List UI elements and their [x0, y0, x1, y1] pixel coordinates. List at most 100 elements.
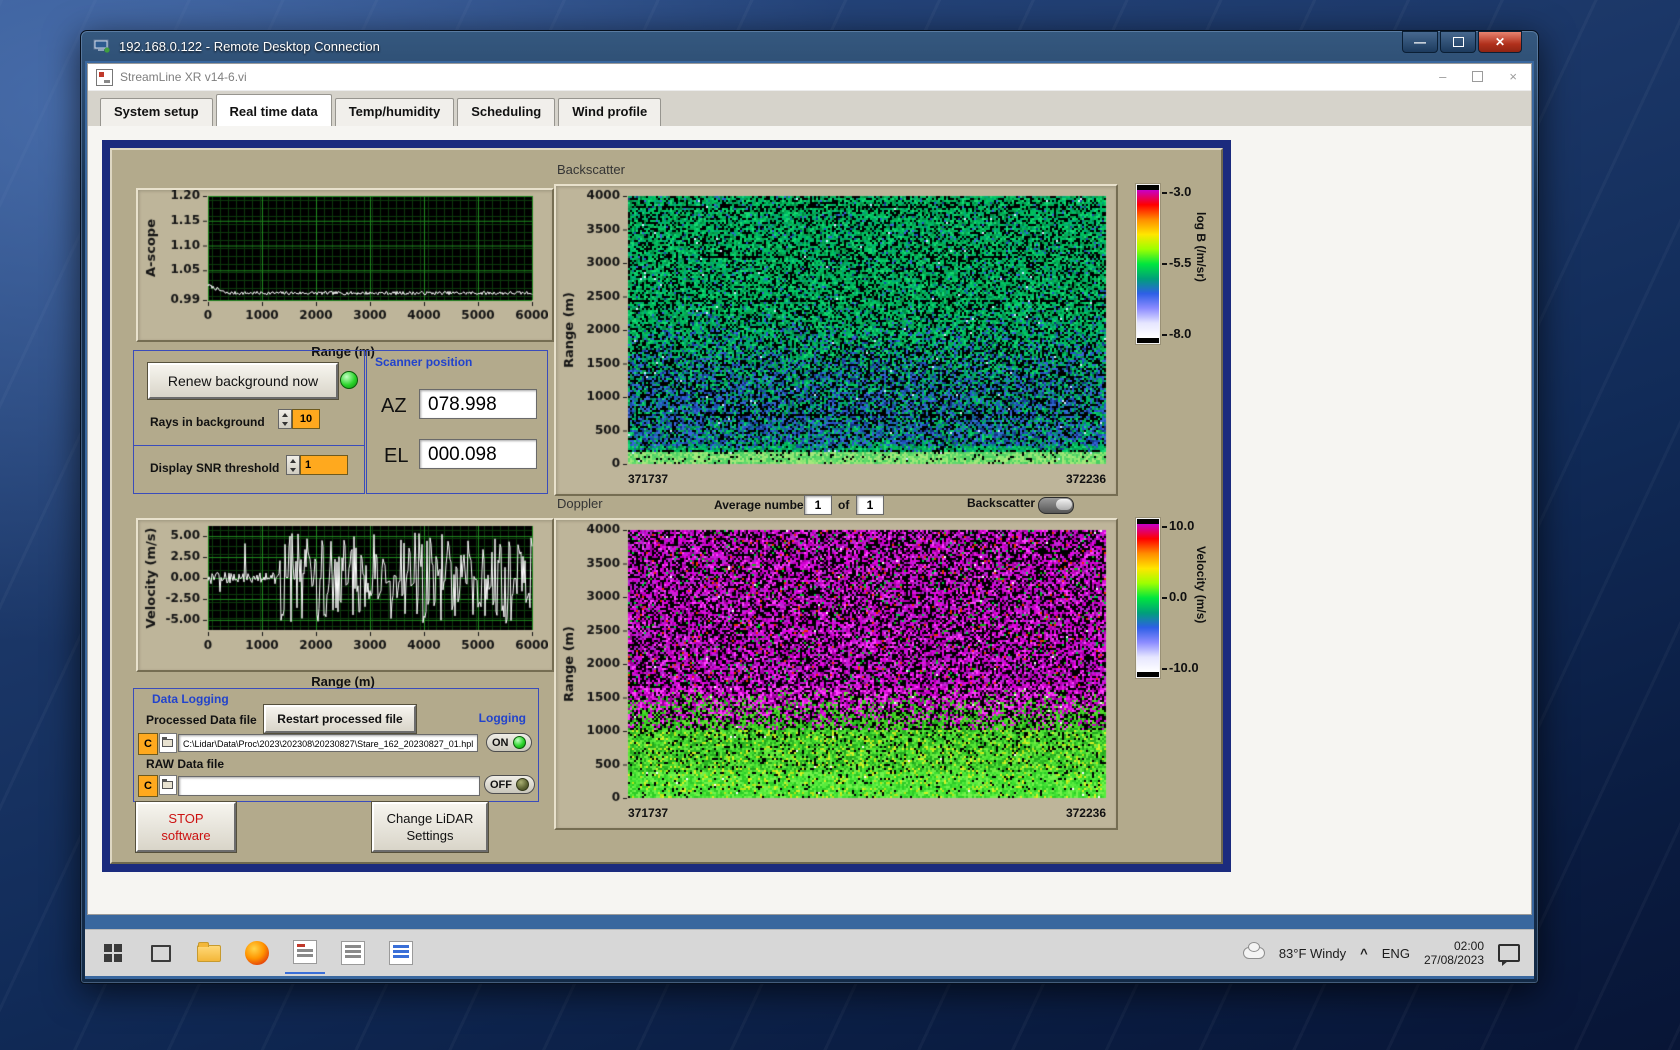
velocity-plot: [138, 520, 548, 666]
average-total-field[interactable]: 1: [856, 495, 884, 515]
firefox-button[interactable]: [237, 933, 277, 973]
file-explorer-button[interactable]: [189, 933, 229, 973]
rdp-title-text: 192.168.0.122 - Remote Desktop Connectio…: [119, 38, 380, 54]
data-logging-box: Data Logging Processed Data file Restart…: [133, 688, 539, 802]
app-close-button[interactable]: ×: [1509, 69, 1517, 84]
front-panel: Range (m) Renew background now Rays in b…: [110, 148, 1223, 864]
logging-label: Logging: [478, 711, 526, 725]
tab-wind-profile[interactable]: Wind profile: [558, 98, 662, 126]
backscatter-cbar-label: log B (/m/sr): [1194, 212, 1208, 283]
taskbar-tray: 83°F Windy ^ ENG 02:00 27/08/2023: [1242, 939, 1534, 967]
average-number-label: Average number: [714, 498, 809, 512]
clock-date: 27/08/2023: [1423, 953, 1484, 967]
desktop: { "rdp": { "title": "192.168.0.122 - Rem…: [0, 0, 1680, 1050]
tab-scheduling[interactable]: Scheduling: [457, 98, 556, 126]
app-minimize-button[interactable]: –: [1439, 69, 1446, 84]
rdp-maximize-button[interactable]: [1440, 31, 1476, 53]
doppler-graph-frame: [554, 518, 1118, 830]
notification-icon[interactable]: [1498, 944, 1520, 966]
doppler-heatmap: [556, 520, 1112, 824]
document-icon: [389, 941, 413, 965]
doppler-x-start: 371737: [628, 806, 669, 820]
spinner-down-icon: [282, 421, 288, 426]
app-title-bar[interactable]: StreamLine XR v14-6.vi: [88, 64, 1531, 90]
taskbar-clock[interactable]: 02:00 27/08/2023: [1424, 939, 1484, 967]
rdp-title-bar[interactable]: 192.168.0.122 - Remote Desktop Connectio…: [81, 31, 1538, 61]
app-title-text: StreamLine XR v14-6.vi: [120, 70, 247, 84]
snr-value-field[interactable]: 1: [300, 455, 348, 475]
renew-background-button[interactable]: Renew background now: [148, 363, 338, 399]
change-lidar-settings-button[interactable]: Change LiDAR Settings: [372, 802, 488, 852]
colorbar-tick: [1162, 668, 1167, 670]
tab-temp-humidity[interactable]: Temp/humidity: [334, 98, 455, 126]
backscatter-graph-frame: [554, 184, 1118, 496]
colorbar-tick: [1162, 526, 1167, 528]
start-button[interactable]: [93, 933, 133, 973]
scan-scheduler-icon: [341, 941, 365, 965]
elevation-value-field[interactable]: 000.098: [419, 439, 537, 469]
colorbar-tick: [1162, 334, 1167, 336]
app-restore-button[interactable]: [1472, 71, 1484, 82]
language-indicator[interactable]: ENG: [1382, 946, 1410, 961]
restart-processed-file-button[interactable]: Restart processed file: [264, 705, 416, 733]
backscatter-title: Backscatter: [557, 162, 625, 177]
raw-drive-selector[interactable]: C: [138, 775, 158, 797]
streamline-app-button[interactable]: [285, 932, 325, 974]
processed-logging-on-button[interactable]: ON: [486, 733, 532, 752]
rays-spinner[interactable]: [278, 409, 292, 429]
raw-data-file-label: RAW Data file: [146, 757, 225, 771]
backscatter-cbar-mid: -5.5: [1169, 255, 1192, 270]
tab-system-setup[interactable]: System setup: [100, 98, 213, 126]
backscatter-toggle-switch[interactable]: [1038, 497, 1074, 514]
renew-background-led: [340, 371, 358, 389]
snr-spinner[interactable]: [286, 455, 300, 475]
clock-time: 02:00: [1453, 939, 1484, 953]
scanner-position-title: Scanner position: [375, 355, 473, 369]
stop-software-button[interactable]: STOP software: [136, 802, 236, 852]
of-label: of: [838, 498, 850, 512]
task-view-icon: [151, 944, 171, 962]
close-icon: ✕: [1494, 35, 1506, 49]
ascope-plot: [138, 190, 548, 336]
elevation-label: EL: [384, 445, 409, 467]
backscatter-heatmap: [556, 186, 1112, 490]
weather-text[interactable]: 83°F Windy: [1279, 946, 1346, 961]
notepad-app-button[interactable]: [381, 933, 421, 973]
snr-threshold-label: Display SNR threshold: [150, 461, 280, 475]
azimuth-label: AZ: [381, 395, 407, 417]
backscatter-x-axis: 371737 372236: [628, 472, 1106, 486]
logging-on-led: [512, 736, 526, 749]
streamline-app-icon: [293, 940, 317, 964]
processed-drive-selector[interactable]: C: [138, 733, 158, 755]
backscatter-cbar-max: -3.0: [1169, 184, 1192, 199]
rdp-close-button[interactable]: ✕: [1478, 31, 1522, 53]
azimuth-value-field[interactable]: 078.998: [419, 389, 537, 419]
doppler-cbar-max: 10.0: [1169, 518, 1195, 533]
raw-browse-icon[interactable]: [159, 775, 177, 795]
maximize-icon: [1452, 37, 1464, 47]
backscatter-x-start: 371737: [628, 472, 669, 486]
remote-desktop-area: StreamLine XR v14-6.vi – × System setup …: [85, 61, 1534, 979]
scan-scheduler-button[interactable]: [333, 933, 373, 973]
rdp-minimize-button[interactable]: —: [1402, 31, 1438, 53]
rays-in-background-label: Rays in background: [150, 415, 265, 429]
rdp-icon: [93, 39, 110, 53]
chevron-up-icon[interactable]: ^: [1360, 946, 1368, 961]
doppler-title: Doppler: [557, 496, 603, 511]
tab-real-time-data[interactable]: Real time data: [215, 94, 332, 126]
spinner-up-icon: [282, 412, 288, 417]
processed-path-field[interactable]: C:\Lidar\Data\Proc\2023\202308\20230827\…: [178, 734, 478, 752]
backscatter-cbar-min: -8.0: [1169, 326, 1192, 341]
rays-value-field[interactable]: 10: [292, 409, 320, 429]
taskbar: 83°F Windy ^ ENG 02:00 27/08/2023: [85, 929, 1534, 976]
raw-path-field[interactable]: [178, 776, 480, 796]
backscatter-toggle-label: Backscatter: [967, 496, 1036, 510]
front-panel-border: Range (m) Renew background now Rays in b…: [102, 140, 1231, 872]
weather-icon: [1242, 942, 1265, 959]
backscatter-x-end: 372236: [1065, 472, 1106, 486]
average-number-field[interactable]: 1: [804, 495, 832, 515]
processed-browse-icon[interactable]: [159, 733, 177, 753]
folder-icon: [197, 941, 221, 962]
task-view-button[interactable]: [141, 933, 181, 973]
raw-logging-off-button[interactable]: OFF: [484, 775, 535, 794]
